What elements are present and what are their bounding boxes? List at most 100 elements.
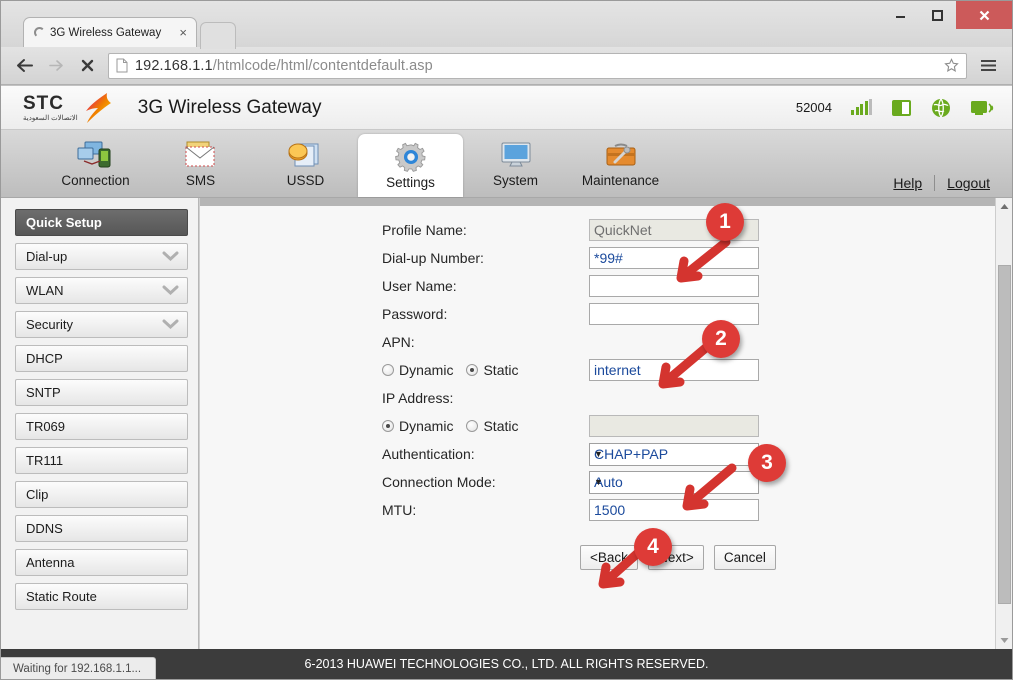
url-path: /htmlcode/html/contentdefault.asp xyxy=(212,57,433,74)
apn-static-label: Static xyxy=(483,362,519,378)
ip-dynamic-label: Dynamic xyxy=(399,418,454,434)
url-host: 192.168.1.1 xyxy=(135,57,213,74)
scroll-down-button[interactable] xyxy=(995,632,1012,649)
sidebar-item-dial-up[interactable]: Dial-up xyxy=(15,243,188,270)
nav-label: Settings xyxy=(386,174,435,190)
sidebar-item-sntp[interactable]: SNTP xyxy=(15,379,188,406)
ip-address-field xyxy=(589,415,759,437)
toolbox-icon xyxy=(601,140,641,170)
sidebar-item-ddns[interactable]: DDNS xyxy=(15,515,188,542)
minimize-button[interactable] xyxy=(882,1,919,29)
back-button[interactable] xyxy=(15,58,35,73)
sidebar-label: Static Route xyxy=(26,589,97,604)
address-bar[interactable]: 192.168.1.1/htmlcode/html/contentdefault… xyxy=(108,52,967,79)
tab-loading-spinner-icon xyxy=(34,27,45,38)
monitor-icon xyxy=(496,140,536,170)
scrollbar-thumb[interactable] xyxy=(997,265,1011,604)
sidebar-label: Clip xyxy=(26,487,49,502)
sidebar-item-quick-setup[interactable]: Quick Setup xyxy=(15,209,188,236)
nav-item-connection[interactable]: Connection xyxy=(43,130,148,197)
apn-dynamic-radio[interactable]: Dynamic xyxy=(382,362,453,378)
nav-item-settings[interactable]: Settings xyxy=(358,134,463,197)
window-controls xyxy=(882,1,1012,29)
nav-label: System xyxy=(492,172,538,188)
nav-label: USSD xyxy=(286,172,325,188)
sidebar-item-security[interactable]: Security xyxy=(15,311,188,338)
browser-toolbar: 192.168.1.1/htmlcode/html/contentdefault… xyxy=(1,47,1012,85)
sidebar-label: Dial-up xyxy=(26,249,68,264)
mtu-label: MTU: xyxy=(382,502,417,518)
apn-label: APN: xyxy=(382,334,415,350)
globe-icon xyxy=(932,98,950,117)
ip-static-label: Static xyxy=(483,418,519,434)
scroll-up-button[interactable] xyxy=(995,198,1012,215)
radio-circle-icon xyxy=(466,420,479,432)
apn-static-radio[interactable]: Static xyxy=(466,362,518,378)
scrollbar-track[interactable] xyxy=(995,215,1012,632)
radio-circle-icon xyxy=(382,364,394,376)
page-scrollbar[interactable] xyxy=(995,198,1012,649)
sidebar-item-clip[interactable]: Clip xyxy=(15,481,188,508)
sidebar-item-wlan[interactable]: WLAN xyxy=(15,277,188,304)
ip-dynamic-radio[interactable]: Dynamic xyxy=(382,418,453,434)
sidebar-item-tr069[interactable]: TR069 xyxy=(15,413,188,440)
sidebar-item-antenna[interactable]: Antenna xyxy=(15,549,188,576)
signal-bars-icon xyxy=(851,99,872,115)
form-row-ip: Dynamic Static xyxy=(382,412,776,440)
chevron-down-icon: ▼ xyxy=(594,477,603,487)
sidebar-label: DHCP xyxy=(26,351,63,366)
dialup-number-label: Dial-up Number: xyxy=(382,250,484,266)
ussd-icon xyxy=(286,140,326,170)
annotation-badge-1: 1 xyxy=(706,203,744,241)
annotation-badge-2: 2 xyxy=(702,320,740,358)
ip-address-label: IP Address: xyxy=(382,390,454,406)
stop-loading-button[interactable] xyxy=(77,58,97,73)
tab-close-icon[interactable]: × xyxy=(176,26,190,39)
gear-icon xyxy=(393,142,429,172)
bookmark-star-icon xyxy=(944,58,959,72)
title-bar: 3G Wireless Gateway × xyxy=(1,1,1012,49)
sidebar-label: Security xyxy=(26,317,73,332)
ip-static-radio[interactable]: Static xyxy=(466,418,518,434)
password-field[interactable] xyxy=(589,303,759,325)
sidebar-label: Antenna xyxy=(26,555,75,570)
nav-item-ussd[interactable]: USSD xyxy=(253,130,358,197)
radio-circle-icon xyxy=(466,364,479,376)
maximize-button[interactable] xyxy=(919,1,956,29)
close-button[interactable] xyxy=(956,1,1012,29)
cancel-button[interactable]: Cancel xyxy=(713,545,776,570)
stc-logo-arabic: الاتصالات السعودية xyxy=(23,114,78,122)
gateway-web-ui: STC الاتصالات السعودية 3G Wireless Gatew… xyxy=(1,86,1012,679)
nav-item-system[interactable]: System xyxy=(463,130,568,197)
nav-item-maintenance[interactable]: Maintenance xyxy=(568,130,673,197)
apn-dynamic-label: Dynamic xyxy=(399,362,454,378)
radio-circle-icon xyxy=(382,420,394,432)
annotation-arrow-1 xyxy=(676,237,731,283)
browser-window: 3G Wireless Gateway × 192.168.1.1/htmlco… xyxy=(0,0,1013,680)
menu-button[interactable] xyxy=(978,59,998,72)
chevron-down-icon xyxy=(162,249,179,264)
nav-item-sms[interactable]: SMS xyxy=(148,130,253,197)
copyright-text: 6-2013 HUAWEI TECHNOLOGIES CO., LTD. ALL… xyxy=(304,657,709,671)
chevron-down-icon xyxy=(162,317,179,332)
content-panel: Profile Name: QuickNet Dial-up Number: *… xyxy=(199,198,995,649)
sidebar-item-tr111[interactable]: TR111 xyxy=(15,447,188,474)
link-divider xyxy=(934,175,936,191)
profile-name-label: Profile Name: xyxy=(382,222,467,238)
username-label: User Name: xyxy=(382,278,457,294)
browser-tab[interactable]: 3G Wireless Gateway × xyxy=(23,17,236,49)
chevron-down-icon xyxy=(162,283,179,298)
help-link[interactable]: Help xyxy=(893,175,922,191)
sidebar-item-dhcp[interactable]: DHCP xyxy=(15,345,188,372)
page-body: Quick Setup Dial-up WLAN Security DHCP S… xyxy=(1,198,1012,649)
main-navigation: Connection SMS USSD Settings System Main… xyxy=(1,130,1012,198)
page-icon xyxy=(116,58,128,73)
site-header: STC الاتصالات السعودية 3G Wireless Gatew… xyxy=(1,86,1012,130)
logout-link[interactable]: Logout xyxy=(947,175,990,191)
tab-title: 3G Wireless Gateway xyxy=(50,26,162,39)
annotation-arrow-3 xyxy=(682,463,737,511)
stc-logo: STC الاتصالات السعودية xyxy=(23,91,116,125)
sidebar-item-static-route[interactable]: Static Route xyxy=(15,583,188,610)
sidebar-label: DDNS xyxy=(26,521,63,536)
chevron-down-icon: ▼ xyxy=(594,449,603,459)
